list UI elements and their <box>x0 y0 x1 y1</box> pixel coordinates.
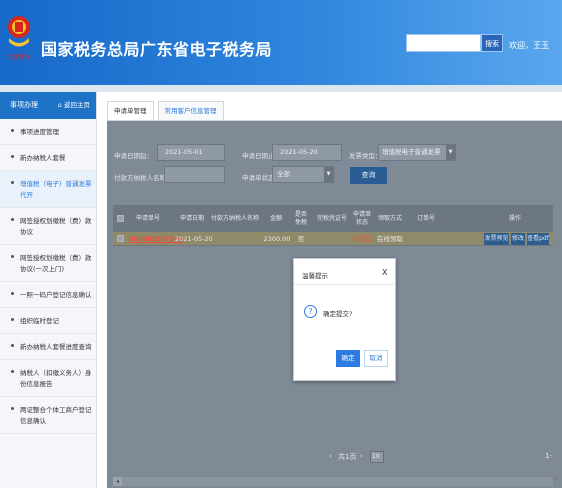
application-date: 2021-05-20 <box>175 235 213 243</box>
tab-bar: 申请单管理 常用客户信息管理 <box>107 101 224 120</box>
col-header-tax-free: 是否免税 <box>294 210 307 226</box>
header-search-button[interactable]: 搜索 <box>481 34 503 52</box>
amount: 2300.00 <box>263 235 291 243</box>
sidebar-item-agreement[interactable]: 网签授权划缴税（费）款协议 <box>0 208 96 245</box>
sidebar-title: 事项办理 <box>10 101 38 109</box>
header-search-input[interactable] <box>406 34 481 52</box>
end-date-input[interactable]: 2021-05-20 <box>272 144 342 161</box>
pager-range: 1- <box>545 452 552 460</box>
preview-invoice-button[interactable]: 发票预览 <box>484 233 509 245</box>
sidebar-item-agreement-onsite[interactable]: 网签授权划缴税（费）款协议(一次上门) <box>0 245 96 282</box>
payer-input[interactable] <box>164 166 225 183</box>
col-header-status: 申请单状态 <box>352 210 371 226</box>
page-size-select[interactable]: 10 <box>370 451 384 463</box>
pager-prev-icon[interactable]: ‹ <box>329 452 332 460</box>
sidebar-item-identity-report[interactable]: 纳税人（扣缴义务人）身份信息报告 <box>0 360 96 397</box>
edit-button[interactable]: 修改 <box>511 233 525 245</box>
invoice-type-label: 发票类型： <box>349 152 382 160</box>
col-header-payer: 付款方纳税人名称 <box>210 214 259 222</box>
col-header-amount: 金额 <box>269 214 282 222</box>
sidebar-item-invoice-issuing[interactable]: 增值税（电子）普通发票代开 <box>0 171 96 208</box>
start-date-input[interactable]: 2021-05-01 <box>157 144 225 161</box>
horizontal-scrollbar[interactable]: ◂ <box>113 477 553 486</box>
scroll-left-icon[interactable]: ◂ <box>113 477 122 486</box>
pickup-method: 在线领取 <box>377 235 403 243</box>
dialog-title: 温馨提示 <box>302 272 328 280</box>
payer-name <box>210 232 260 246</box>
col-header-order: 订单号 <box>416 214 435 222</box>
return-home-link[interactable]: ⌂ 返回主页 <box>58 92 90 119</box>
tab-application-management[interactable]: 申请单管理 <box>107 101 154 120</box>
sidebar-item-new-taxpayer[interactable]: 新办纳税人套餐 <box>0 145 96 171</box>
status-badge: 未提交 <box>352 235 372 243</box>
sidebar: 事项办理 ⌂ 返回主页 事项进度管理 新办纳税人套餐 增值税（电子）普通发票代开… <box>0 92 97 488</box>
sidebar-header: 事项办理 ⌂ 返回主页 <box>0 92 96 119</box>
start-date-label: 申请日期起： <box>114 152 153 160</box>
header-bar: 中国税务 国家税务总局广东省电子税务局 搜索 欢迎，王玉 <box>0 0 562 85</box>
sidebar-item-registration-confirm[interactable]: 一照一码户登记信息确认 <box>0 282 96 308</box>
chevron-down-icon: ▼ <box>324 167 333 182</box>
header-divider <box>0 85 562 92</box>
pager-next-icon[interactable]: › <box>360 452 363 460</box>
tab-customer-info[interactable]: 常用客户信息管理 <box>157 101 224 120</box>
sidebar-item-progress-query[interactable]: 新办纳税人套餐进度查询 <box>0 334 96 360</box>
col-header-actions: 操作 <box>508 214 521 222</box>
sidebar-item-temp-registration[interactable]: 组织临时登记 <box>0 308 96 334</box>
welcome-text: 欢迎，王玉 <box>509 41 549 50</box>
query-button[interactable]: 查询 <box>350 167 387 184</box>
col-header-pickup: 领取方式 <box>377 214 402 222</box>
corner-arrow-icon: ↵ <box>553 475 559 483</box>
col-header-date: 申请日期 <box>179 214 204 222</box>
col-header-voucher: 完税凭证号 <box>316 214 347 222</box>
col-header-id: 申请单号 <box>135 214 160 222</box>
sidebar-item-progress[interactable]: 事项进度管理 <box>0 119 96 145</box>
status-select[interactable]: 全部 ▼ <box>272 166 334 183</box>
row-checkbox[interactable] <box>117 235 124 242</box>
application-id-link[interactable]: S00005197594 <box>129 232 183 246</box>
invoice-type-select[interactable]: 增值税电子普通发票 ▼ <box>378 144 456 161</box>
confirm-dialog: 温馨提示 X ? 确定提交? 确定 取消 <box>293 258 396 381</box>
sidebar-item-business-confirm[interactable]: 两证整合个体工商户登记信息确认 <box>0 397 96 434</box>
dialog-message: 确定提交? <box>323 310 353 318</box>
cancel-button[interactable]: 取消 <box>364 350 388 367</box>
pager-total: 共1页 <box>338 453 357 461</box>
confirm-button[interactable]: 确定 <box>336 350 360 367</box>
select-all-checkbox[interactable] <box>117 215 124 222</box>
site-title: 国家税务总局广东省电子税务局 <box>41 40 273 59</box>
brand-text: 中国税务 <box>6 54 31 61</box>
question-icon: ? <box>304 305 317 318</box>
close-icon[interactable]: X <box>382 268 387 277</box>
chevron-down-icon: ▼ <box>446 145 455 160</box>
tax-emblem-icon <box>8 16 30 47</box>
tax-free: 否 <box>297 235 305 243</box>
voucher-number <box>314 232 350 246</box>
order-number <box>414 232 438 246</box>
view-pdf-button[interactable]: 查看pdf <box>527 233 549 245</box>
